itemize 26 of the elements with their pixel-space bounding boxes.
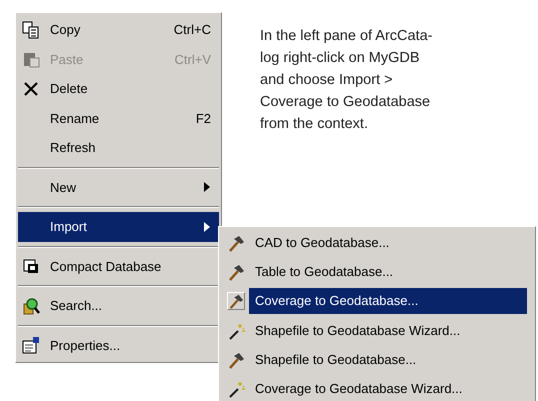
submenu-arrow-icon [203, 220, 211, 233]
search-icon [22, 296, 40, 315]
menu-item[interactable]: CAD to Geodatabase... [221, 228, 533, 258]
menu-item[interactable]: Table to Geodatabase... [221, 257, 533, 287]
menu-item[interactable]: Refresh [18, 133, 219, 162]
menu-item[interactable]: Shapefile to Geodatabase... [221, 345, 533, 374]
instructions-text: In the left pane of ArcCata- log right-click on MyGDB and choose Import > Coverage to Geodatabase from the context. [260, 27, 432, 134]
wand-icon [227, 380, 245, 398]
menu-item[interactable]: Coverage to Geodatabase Wizard... [221, 374, 533, 401]
menu-item[interactable]: Copy Ctrl+C [18, 15, 219, 44]
submenu-arrow-icon [203, 181, 211, 194]
hammer-icon [227, 234, 245, 252]
submenu-item[interactable]: New [18, 172, 219, 202]
hammer-icon [227, 262, 245, 281]
submenu-item[interactable]: Import [18, 212, 219, 242]
wand-icon [227, 322, 245, 340]
hammer-icon [227, 350, 245, 369]
database-icon [22, 257, 40, 276]
menu-item[interactable]: Delete [18, 74, 219, 104]
properties-icon [22, 336, 40, 354]
hammer-icon [227, 292, 245, 310]
copy-icon [22, 20, 40, 39]
menu-item[interactable]: Rename F2 [18, 104, 219, 133]
delete-icon [22, 80, 40, 98]
menu-item[interactable]: Shapefile to Geodatabase Wizard... [221, 316, 533, 346]
paste-icon [22, 50, 40, 68]
